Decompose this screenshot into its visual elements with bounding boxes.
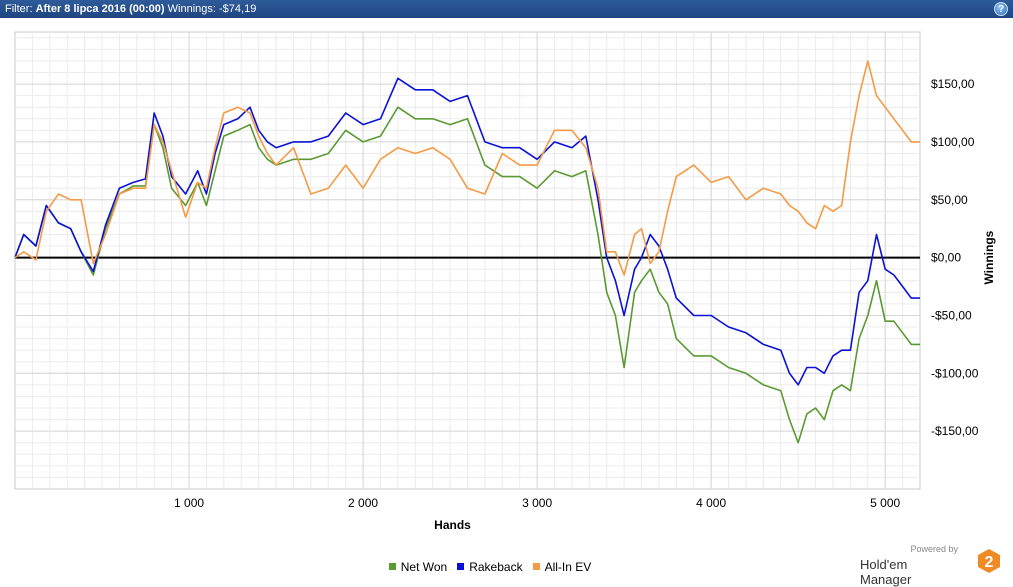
legend-item-net-won[interactable]: Net Won (388, 560, 448, 574)
y-tick-label: $0,00 (931, 251, 961, 265)
filter-label: Filter: (5, 3, 33, 15)
x-tick-label: 3 000 (522, 496, 552, 510)
y-axis-label: Winnings (982, 230, 996, 284)
legend-item-rakeback[interactable]: Rakeback (457, 560, 523, 574)
hm2-logo-icon: 2 (978, 549, 1000, 573)
legend-label: Net Won (400, 560, 448, 574)
x-tick-label: 5 000 (870, 496, 900, 510)
legend-label: Rakeback (469, 560, 523, 574)
x-tick-label: 2 000 (348, 496, 378, 510)
y-tick-label: $100,00 (931, 135, 975, 149)
hm2-logo-glyph: 2 (985, 554, 994, 571)
powered-by-text: Powered by (910, 544, 958, 554)
y-tick-label: -$50,00 (931, 308, 972, 322)
y-tick-label: $150,00 (931, 77, 975, 91)
chart-legend: Net Won Rakeback All-In EV (0, 560, 980, 574)
x-tick-label: 4 000 (696, 496, 726, 510)
winnings-chart: 1 000 2 000 3 000 4 000 5 000 $150,00 $100,00 $… (14, 31, 996, 532)
y-tick-label: -$150,00 (931, 424, 979, 438)
winnings-label: Winnings: (167, 3, 216, 15)
x-tick-label: 1 000 (174, 496, 204, 510)
brand-logo-area: Powered by Hold'em Manager 2 (860, 544, 1000, 587)
filter-value[interactable]: After 8 lipca 2016 (00:00) (36, 3, 165, 15)
brand-name: Hold'em Manager (860, 557, 912, 587)
legend-swatch (457, 563, 465, 570)
filter-bar: Filter: After 8 lipca 2016 (00:00) Winni… (0, 0, 1013, 18)
y-tick-label: $50,00 (931, 193, 968, 207)
y-tick-label: -$100,00 (931, 366, 979, 380)
help-icon[interactable]: ? (994, 2, 1008, 16)
x-axis-label: Hands (434, 518, 471, 532)
legend-item-all-in-ev[interactable]: All-In EV (532, 560, 592, 574)
legend-swatch (388, 563, 396, 570)
legend-label: All-In EV (544, 560, 592, 574)
winnings-value: -$74,19 (219, 3, 257, 15)
legend-swatch (532, 563, 540, 570)
